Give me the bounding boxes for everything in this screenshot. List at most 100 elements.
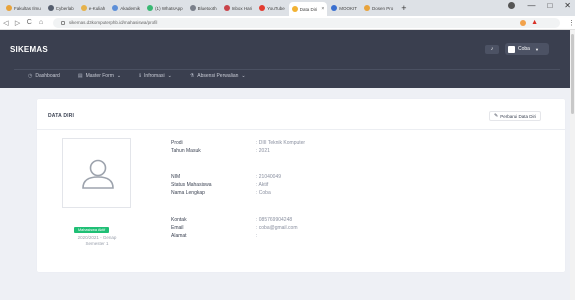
chevron-down-icon: ⌄ xyxy=(241,73,246,79)
tab-favicon-icon xyxy=(80,5,87,11)
browser-toolbar: ◁ ▷ C ⌂ sikemas.d3komputerphb.id/mahasis… xyxy=(0,16,575,30)
browser-tab[interactable]: Fakultas Ilmu xyxy=(3,2,44,14)
main-nav: ◷ Dashboard ▤ Master Form ⌄ ℹ Infromasi ⌄ ⚗ Absen… xyxy=(28,73,246,79)
tab-favicon-icon xyxy=(259,5,266,11)
tab-favicon-icon xyxy=(147,5,154,11)
tab-favicon-icon xyxy=(189,5,196,11)
browser-tab[interactable]: Akademik xyxy=(109,2,143,14)
maximize-button[interactable]: □ xyxy=(547,1,552,10)
tab-favicon-icon xyxy=(223,5,230,11)
info-group-identitas: NIM: 21040049 Status Mahasiswa: Aktif Nama… xyxy=(171,173,281,197)
user-menu-button[interactable]: Coba ▼ xyxy=(505,43,549,55)
nav-item-label: Master Form xyxy=(85,73,114,79)
browser-tab[interactable]: Dosen Pro xyxy=(361,2,396,14)
nav-item-icon: ℹ xyxy=(139,73,142,79)
nav-item-absensi-perwalian[interactable]: ⚗ Absensi Perwalian ⌄ xyxy=(190,73,246,79)
tab-label: e-Kuliah xyxy=(88,5,106,11)
semester-number: Semester 1 xyxy=(85,241,109,246)
info-label: Nama Lengkap xyxy=(171,190,205,196)
tab-label: Cyberlab xyxy=(55,5,74,11)
extension-icon[interactable] xyxy=(520,19,527,26)
home-button[interactable]: ⌂ xyxy=(35,19,47,26)
info-value: : 085769904248 xyxy=(256,217,293,223)
info-group-prodi: Prodi : DIII Teknik Komputer Tahun Masuk : … xyxy=(171,139,305,155)
lock-icon xyxy=(60,20,65,25)
chevron-down-icon: ▼ xyxy=(534,46,539,52)
tab-favicon-icon xyxy=(291,6,298,12)
semester-info: 2020/2021 - Genap Semester 1 xyxy=(59,235,135,247)
info-row: Kontak : 085769904248 xyxy=(171,216,297,224)
tab-label: YouTube xyxy=(267,5,285,11)
info-label: NIM xyxy=(171,174,181,180)
nav-item-master-form[interactable]: ▤ Master Form ⌄ xyxy=(78,73,121,79)
back-button[interactable]: ◁ xyxy=(0,19,12,27)
close-tab-icon[interactable]: × xyxy=(321,6,324,12)
scrollbar-thumb[interactable] xyxy=(571,34,574,114)
minimize-button[interactable]: — xyxy=(527,1,535,10)
tab-label: Akademik xyxy=(120,5,141,11)
tab-label: Bluetooth xyxy=(197,5,217,11)
tab-label: (1) WhatsApp xyxy=(155,5,183,11)
nav-item-label: Dashboard xyxy=(35,73,60,79)
browser-tab[interactable]: (1) WhatsApp xyxy=(144,2,186,14)
close-window-button[interactable]: ✕ xyxy=(564,1,571,10)
page-scrollbar[interactable] xyxy=(570,30,575,300)
profile-photo xyxy=(62,138,131,208)
edit-icon: ✎ xyxy=(494,113,499,119)
warning-icon[interactable]: ▲ xyxy=(531,19,538,26)
info-value: : 2021 xyxy=(256,148,270,154)
tab-label: MOOKIT xyxy=(339,5,357,11)
info-row: Prodi : DIII Teknik Komputer xyxy=(171,139,305,147)
update-profile-button[interactable]: ✎ Perbarui Data Diri xyxy=(489,111,541,121)
update-profile-label: Perbarui Data Diri xyxy=(500,113,536,119)
card-divider xyxy=(37,129,565,130)
info-value: : 21040049 xyxy=(256,174,282,180)
forward-button[interactable]: ▷ xyxy=(12,19,24,27)
info-row: Tahun Masuk : 2021 xyxy=(171,147,305,155)
info-row: Alamat: xyxy=(171,232,297,240)
nav-item-label: Infromasi xyxy=(144,73,165,79)
app-header: SIKEMAS ♪ Coba ▼ ◷ Dashboard ▤ Master Form ⌄… xyxy=(0,30,570,88)
tab-favicon-icon xyxy=(331,5,338,11)
card-title: DATA DIRI xyxy=(48,113,75,119)
tab-favicon-icon xyxy=(112,5,119,11)
tab-favicon-icon xyxy=(6,5,12,11)
browser-tab[interactable]: Data Diri × xyxy=(288,2,328,16)
browser-tab[interactable]: Bluetooth xyxy=(187,2,220,14)
info-group-kontak: Kontak: 085769904248 Email: coba@gmail.co… xyxy=(171,216,297,240)
browser-tab[interactable]: YouTube xyxy=(256,2,288,14)
profile-icon[interactable] xyxy=(508,2,516,9)
info-label: Kontak xyxy=(171,217,187,223)
user-name: Coba xyxy=(518,46,530,52)
info-row: NIM : 21040049 xyxy=(171,173,281,181)
info-value: : DIII Teknik Komputer xyxy=(256,140,306,146)
browser-tab[interactable]: Cyberlab xyxy=(45,2,77,14)
nav-item-label: Absensi Perwalian xyxy=(197,73,239,79)
browser-tab-strip: Fakultas Ilmu Cyberlab e-Kuliah Akademik (1)… xyxy=(0,0,575,16)
browser-menu-button[interactable]: ⋮ xyxy=(568,19,575,27)
info-label: Prodi xyxy=(171,140,183,146)
header-divider xyxy=(14,69,560,70)
info-label: Status Mahasiswa xyxy=(171,182,212,188)
nav-item-dashboard[interactable]: ◷ Dashboard xyxy=(28,73,60,79)
browser-tab[interactable]: Inbox Hari xyxy=(221,2,256,14)
browser-tab[interactable]: MOOKIT xyxy=(328,2,360,14)
address-bar[interactable]: sikemas.d3komputerphb.id/mahasiswa/profi… xyxy=(52,17,561,28)
profile-card: DATA DIRI ✎ Perbarui Data Diri Mahasiswa… xyxy=(37,99,565,272)
info-value: : Aktif xyxy=(256,182,269,188)
info-row: Nama Lengkap: Coba xyxy=(171,189,281,197)
tab-favicon-icon xyxy=(47,5,54,11)
user-placeholder-icon xyxy=(82,159,114,189)
avatar xyxy=(508,45,515,53)
app-brand[interactable]: SIKEMAS xyxy=(10,45,48,54)
bell-icon[interactable]: ♪ xyxy=(485,45,499,54)
nav-item-infromasi[interactable]: ℹ Infromasi ⌄ xyxy=(139,73,172,79)
nav-item-icon: ▤ xyxy=(77,73,83,79)
browser-tab[interactable]: e-Kuliah xyxy=(78,2,109,14)
info-value: : xyxy=(256,233,258,239)
tab-label: Inbox Hari xyxy=(231,5,253,11)
info-label: Tahun Masuk xyxy=(171,148,201,154)
new-tab-button[interactable]: + xyxy=(401,3,406,13)
reload-button[interactable]: C xyxy=(23,19,35,26)
tab-label: Dosen Pro xyxy=(371,5,394,11)
